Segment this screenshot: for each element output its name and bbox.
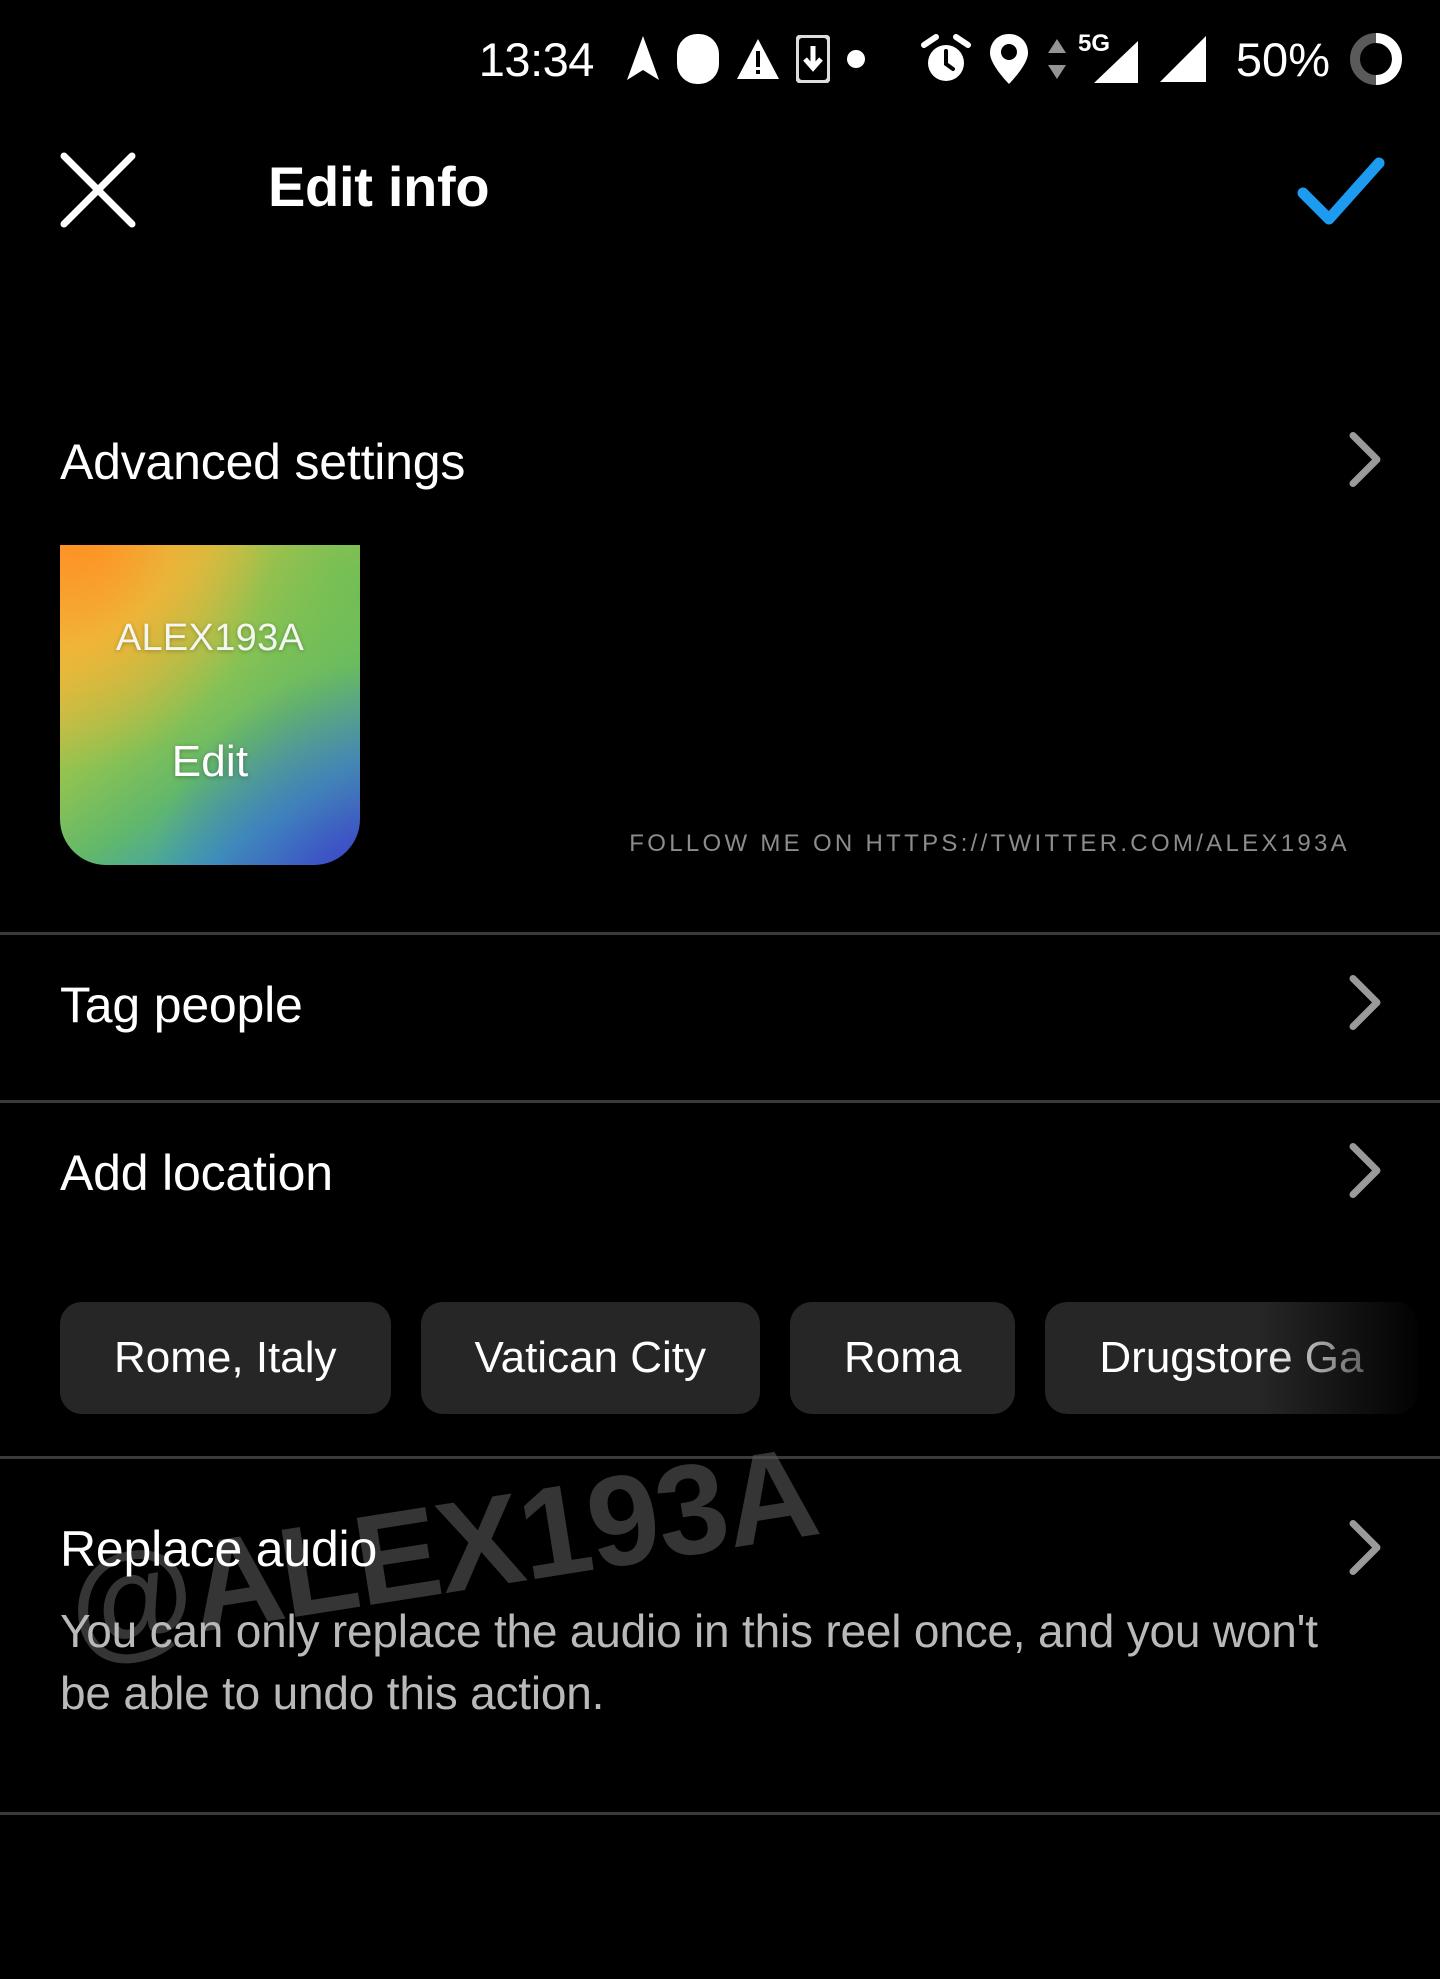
- location-chip[interactable]: Vatican City: [420, 1302, 761, 1414]
- thumbnail-edit-label: Edit: [171, 737, 249, 786]
- chevron-right-icon: [1348, 1142, 1382, 1205]
- check-icon: [1293, 151, 1389, 234]
- battery-percentage-label: 50%: [1235, 32, 1330, 86]
- dot-icon: [846, 49, 866, 69]
- chevron-right-icon: [1348, 431, 1382, 494]
- location-suggestion-chips[interactable]: Rome, Italy Vatican City Roma Drugstore …: [0, 1302, 1440, 1426]
- status-bar-clock: 13:34: [478, 32, 595, 86]
- divider-below-replace-audio: [0, 1812, 1440, 1815]
- replace-audio-description: You can only replace the audio in this r…: [60, 1605, 1318, 1720]
- location-chip[interactable]: Drugstore Ga: [1045, 1302, 1418, 1414]
- edit-info-screen: 13:34 5G 50% Edit info Advanced settings…: [0, 0, 1440, 1979]
- location-chip[interactable]: Rome, Italy: [60, 1302, 391, 1414]
- location-pin-icon: [988, 32, 1030, 86]
- cover-thumbnail[interactable]: ALEX193A Edit: [60, 545, 360, 865]
- svg-text:5G: 5G: [1078, 30, 1110, 57]
- add-location-label: Add location: [60, 1145, 333, 1201]
- app-bar: Edit info: [0, 118, 1440, 270]
- location-chip[interactable]: Roma: [790, 1302, 1016, 1414]
- row-replace-audio[interactable]: Replace audio You can only replace the a…: [0, 1488, 1440, 1812]
- signal-bars-icon: 5G: [1076, 29, 1140, 89]
- warning-triangle-icon: [736, 37, 780, 81]
- divider-above-replace-audio: [0, 1456, 1440, 1459]
- phone-download-icon: [795, 35, 830, 83]
- follow-note: FOLLOW ME ON HTTPS://TWITTER.COM/ALEX193…: [629, 830, 1350, 857]
- rounded-square-icon: [676, 33, 720, 85]
- close-button[interactable]: [48, 142, 148, 242]
- chips-track: Rome, Italy Vatican City Roma Drugstore …: [60, 1302, 1418, 1414]
- confirm-button[interactable]: [1286, 142, 1396, 242]
- alarm-clock-icon: [920, 33, 972, 85]
- navigation-arrow-icon: [626, 36, 660, 82]
- cover-thumbnail-area: ALEX193A Edit: [0, 520, 1440, 880]
- row-advanced-settings[interactable]: Advanced settings: [0, 392, 1440, 532]
- status-bar: 13:34 5G 50%: [0, 0, 1440, 118]
- row-add-location[interactable]: Add location: [0, 1103, 1440, 1243]
- battery-ring-icon: [1348, 31, 1404, 87]
- close-icon: [56, 148, 140, 237]
- tag-people-label: Tag people: [60, 977, 303, 1033]
- advanced-settings-label: Advanced settings: [60, 434, 466, 490]
- page-title: Edit info: [268, 155, 490, 218]
- replace-audio-label: Replace audio: [60, 1521, 378, 1577]
- thumbnail-username-label: ALEX193A: [115, 617, 305, 659]
- data-transfer-arrows-icon: [1046, 37, 1068, 81]
- chevron-right-icon: [1348, 974, 1382, 1037]
- signal-bars-2-icon: [1156, 32, 1208, 86]
- row-tag-people[interactable]: Tag people: [0, 935, 1440, 1075]
- chevron-right-icon: [1348, 1519, 1382, 1582]
